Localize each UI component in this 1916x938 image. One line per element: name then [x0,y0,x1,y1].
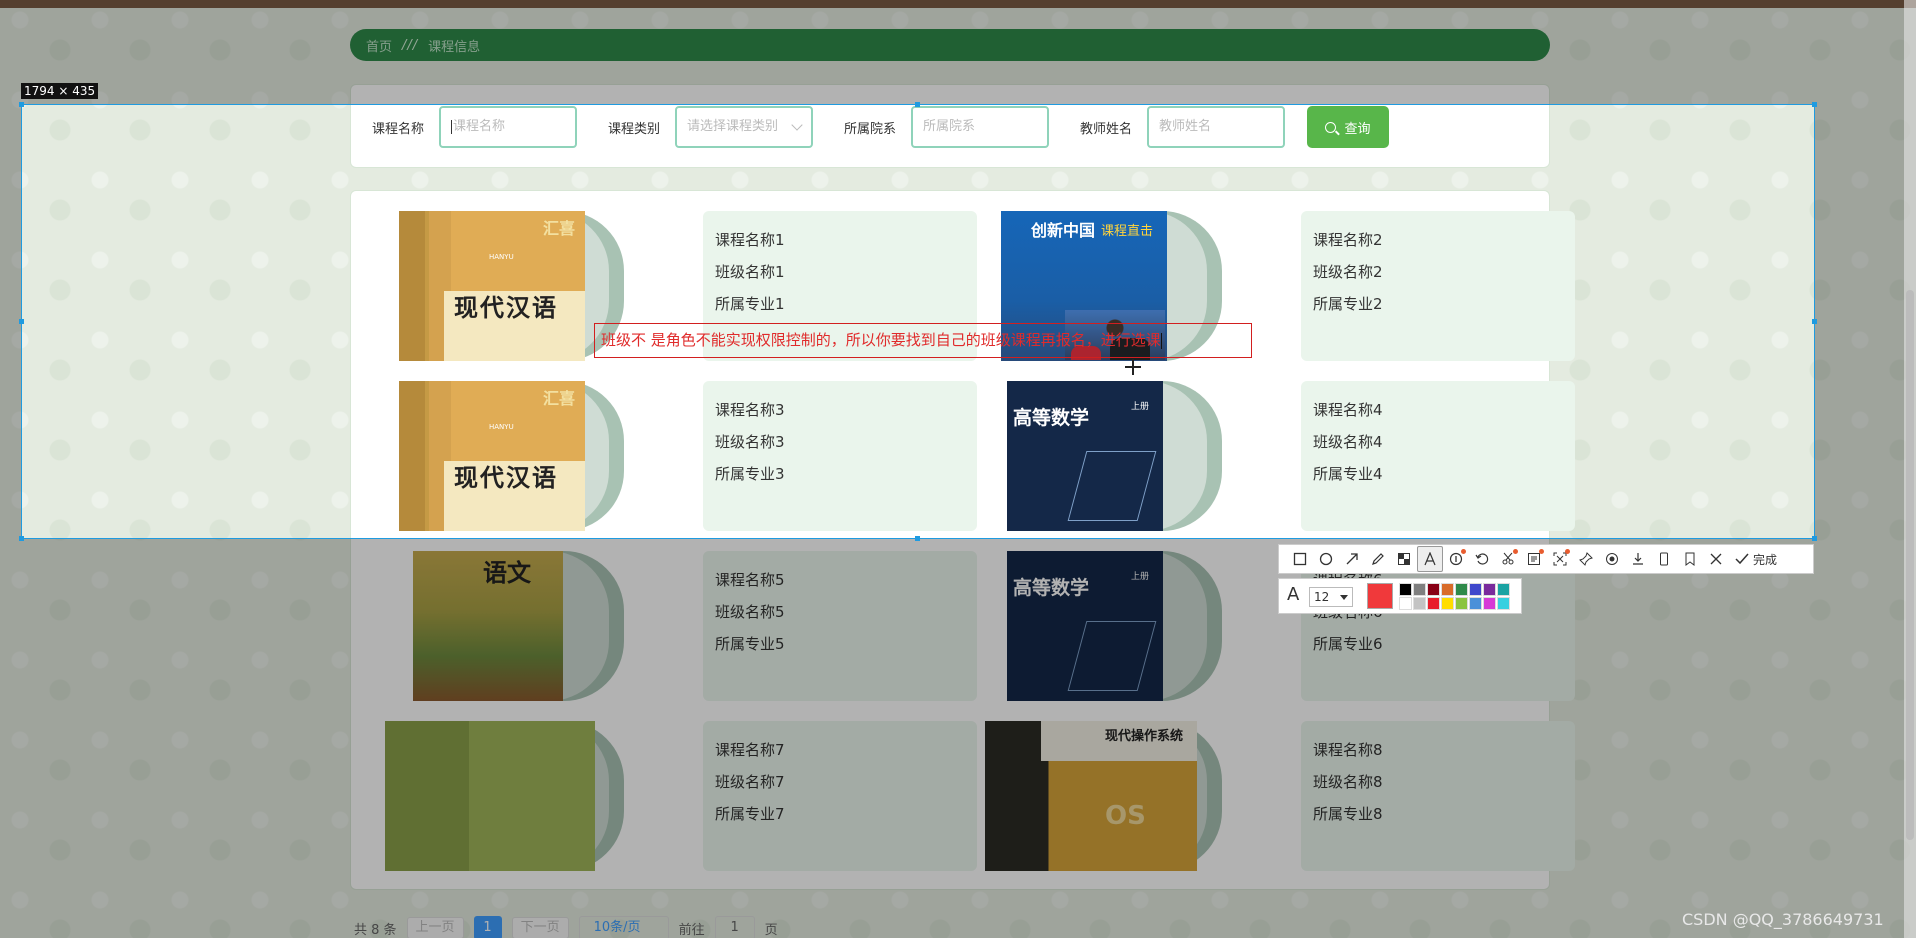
download-icon[interactable] [1625,546,1651,572]
rectangle-tool-icon[interactable] [1287,546,1313,572]
color-swatch[interactable] [1441,597,1454,610]
resize-handle[interactable] [19,319,24,324]
phone-icon[interactable] [1651,546,1677,572]
font-size-select[interactable]: 12 [1309,587,1353,607]
color-swatch[interactable] [1497,597,1510,610]
arrow-tool-icon[interactable] [1339,546,1365,572]
record-icon[interactable] [1599,546,1625,572]
color-swatch[interactable] [1455,583,1468,596]
font-size-value: 12 [1314,590,1330,604]
text-tool-icon[interactable] [1417,546,1443,572]
close-icon[interactable] [1703,546,1729,572]
caret-down-icon [1340,595,1348,600]
color-swatch[interactable] [1469,583,1482,596]
color-swatch[interactable] [1483,597,1496,610]
color-swatch[interactable] [1399,597,1412,610]
screenshot-dim-top [0,0,1916,104]
screenshot-dim-left [0,104,21,539]
long-screenshot-icon[interactable] [1547,546,1573,572]
color-palette [1399,583,1510,610]
color-swatch[interactable] [1497,583,1510,596]
scissors-icon[interactable] [1495,546,1521,572]
resize-handle[interactable] [1812,536,1817,541]
color-swatch[interactable] [1469,597,1482,610]
resize-handle[interactable] [1812,102,1817,107]
pen-tool-icon[interactable] [1365,546,1391,572]
bookmark-icon[interactable] [1677,546,1703,572]
resize-handle[interactable] [19,536,24,541]
ellipse-tool-icon[interactable] [1313,546,1339,572]
screenshot-selection[interactable] [21,104,1815,539]
resize-handle[interactable] [915,102,920,107]
font-size-icon: A [1287,584,1300,605]
current-color-swatch[interactable] [1367,583,1393,609]
color-swatch[interactable] [1427,597,1440,610]
resize-handle[interactable] [915,536,920,541]
move-cursor-icon [1125,359,1141,375]
text-annotation[interactable]: 班级不 是角色不能实现权限控制的，所以你要找到自己的班级课程再报名，进行选课 [594,323,1252,358]
screenshot-dim-bottom [0,539,1916,938]
color-swatch[interactable] [1441,583,1454,596]
done-label: 完成 [1753,552,1778,567]
scrollbar-thumb[interactable] [1906,290,1914,840]
undo-icon[interactable] [1469,546,1495,572]
done-button[interactable]: 完成 [1735,551,1777,568]
annotation-text: 班级不 是角色不能实现权限控制的，所以你要找到自己的班级课程再报名，进行选课 [601,331,1161,349]
color-swatch[interactable] [1413,583,1426,596]
pin-icon[interactable] [1573,546,1599,572]
resize-handle[interactable] [19,102,24,107]
color-swatch[interactable] [1483,583,1496,596]
color-swatch[interactable] [1399,583,1412,596]
screenshot-dim-right [1815,104,1916,539]
text-style-bar: A 12 [1278,578,1522,614]
sequence-number-tool-icon[interactable] [1443,546,1469,572]
screenshot-toolbar: 完成 [1278,544,1814,574]
mosaic-tool-icon[interactable] [1391,546,1417,572]
color-swatch[interactable] [1413,597,1426,610]
color-swatch[interactable] [1455,597,1468,610]
resize-handle[interactable] [1812,319,1817,324]
check-icon [1735,553,1749,565]
text-caret [1160,332,1162,349]
watermark: CSDN @QQ_3786649731 [1682,910,1884,929]
color-swatch[interactable] [1427,583,1440,596]
ocr-icon[interactable] [1521,546,1547,572]
selection-size-label: 1794 × 435 [21,83,99,99]
